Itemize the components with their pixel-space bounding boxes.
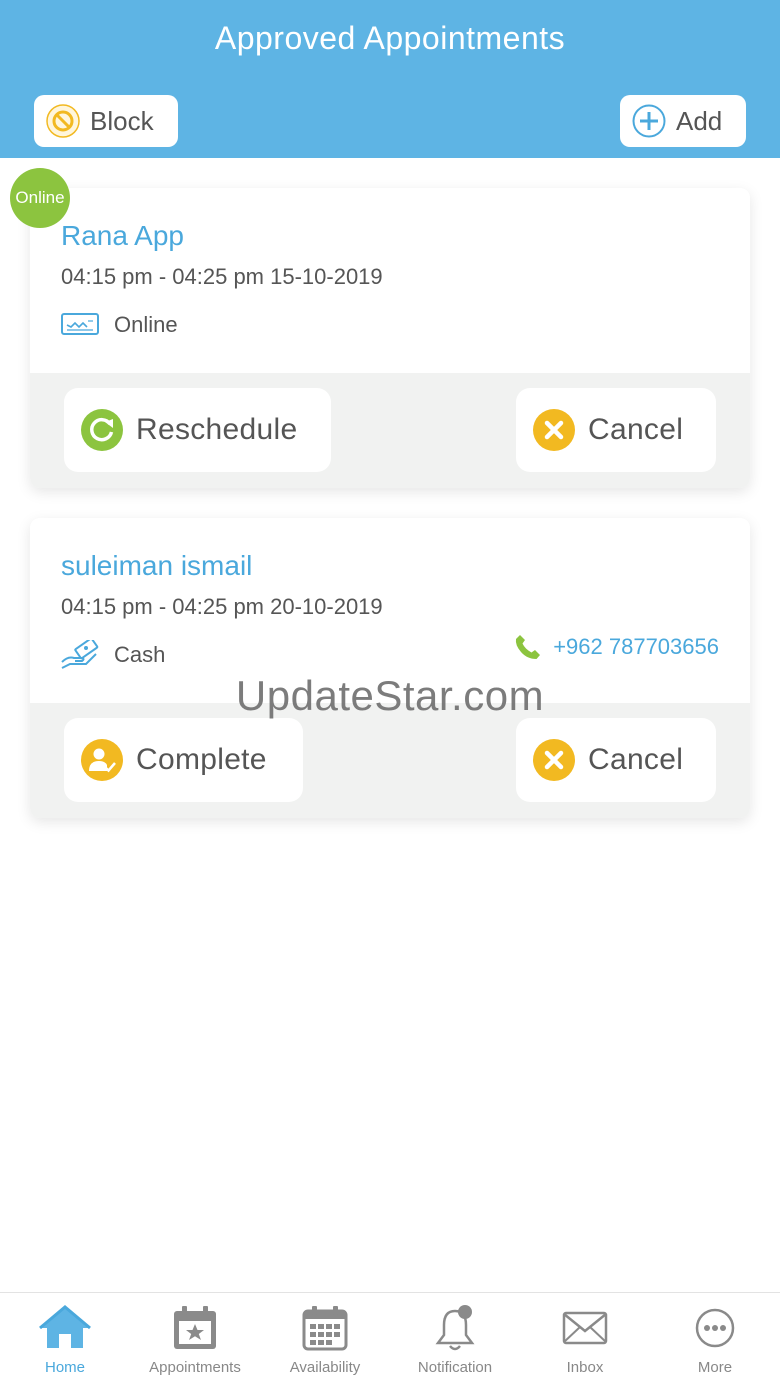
watermark: UpdateStar.com <box>235 672 545 719</box>
cancel-label: Cancel <box>588 413 684 446</box>
cheque-icon <box>60 310 100 340</box>
tab-appointments[interactable]: Appointments <box>130 1293 260 1387</box>
phone-number: +962 787703656 <box>553 634 719 659</box>
cancel-button[interactable]: Cancel <box>516 388 716 472</box>
phone-link[interactable]: +962 787703656 <box>513 632 719 662</box>
complete-label: Complete <box>136 743 267 776</box>
appointment-card[interactable]: suleiman ismail 04:15 pm - 04:25 pm 20-1… <box>30 518 750 818</box>
complete-button[interactable]: Complete <box>64 718 303 802</box>
tab-label: Appointments <box>149 1359 241 1376</box>
appointment-time: 04:15 pm - 04:25 pm 20-10-2019 <box>61 594 383 619</box>
phone-icon <box>513 632 543 662</box>
tab-notification[interactable]: Notification <box>390 1293 520 1387</box>
appointment-card[interactable]: Rana App 04:15 pm - 04:25 pm 15-10-2019 … <box>30 188 750 488</box>
calendar-grid-icon <box>298 1301 352 1355</box>
payment-method-label: Cash <box>114 642 166 667</box>
tab-label: More <box>697 1359 733 1376</box>
appointment-details: Rana App 04:15 pm - 04:25 pm 15-10-2019 … <box>30 188 750 373</box>
tab-label: Home <box>44 1359 85 1376</box>
bottom-tab-bar: Home Appointments Availability Notificat… <box>0 1292 780 1387</box>
home-icon <box>38 1301 92 1355</box>
app-header: Approved Appointments Block Add <box>0 0 780 158</box>
tab-label: Availability <box>289 1359 361 1376</box>
calendar-star-icon <box>168 1301 222 1355</box>
user-check-icon <box>80 738 124 782</box>
payment-method: Cash <box>60 637 166 670</box>
tab-availability[interactable]: Availability <box>260 1293 390 1387</box>
reschedule-label: Reschedule <box>136 413 298 446</box>
tab-home[interactable]: Home <box>0 1293 130 1387</box>
online-badge: Online <box>10 168 70 228</box>
payment-method: Online <box>60 310 178 340</box>
tab-inbox[interactable]: Inbox <box>520 1293 650 1387</box>
cancel-label: Cancel <box>588 743 684 776</box>
more-dots-icon <box>688 1301 742 1355</box>
block-icon <box>46 104 80 138</box>
bell-icon <box>428 1301 482 1355</box>
patient-name[interactable]: suleiman ismail <box>61 550 252 582</box>
plus-circle-icon <box>632 104 666 138</box>
add-button-label: Add <box>676 105 723 136</box>
envelope-icon <box>558 1301 612 1355</box>
appointment-actions: Complete Cancel <box>30 703 750 818</box>
appointment-actions: Reschedule Cancel <box>30 373 750 488</box>
cancel-button[interactable]: Cancel <box>516 718 716 802</box>
tab-label: Inbox <box>566 1359 604 1376</box>
patient-name[interactable]: Rana App <box>61 220 184 252</box>
close-circle-icon <box>532 738 576 782</box>
close-circle-icon <box>532 408 576 452</box>
block-button-label: Block <box>90 105 154 136</box>
cash-hand-icon <box>60 637 100 670</box>
tab-more[interactable]: More <box>650 1293 780 1387</box>
appointment-time: 04:15 pm - 04:25 pm 15-10-2019 <box>61 264 383 289</box>
tab-label: Notification <box>417 1359 493 1376</box>
reschedule-button[interactable]: Reschedule <box>64 388 331 472</box>
add-button[interactable]: Add <box>620 95 746 147</box>
page-title: Approved Appointments <box>214 20 566 56</box>
refresh-icon <box>80 408 124 452</box>
block-button[interactable]: Block <box>34 95 178 147</box>
payment-method-label: Online <box>114 312 178 337</box>
